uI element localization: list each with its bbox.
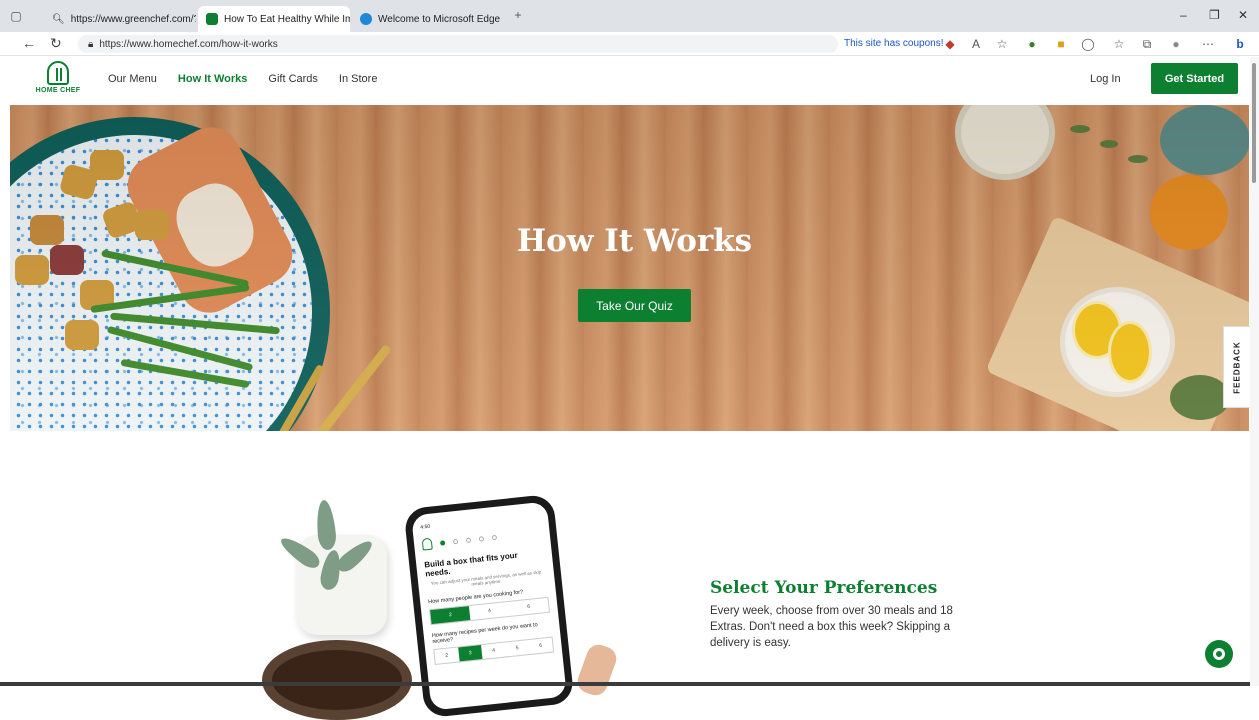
plate-inner xyxy=(10,135,312,431)
cream-bowl-image xyxy=(955,105,1055,180)
url-text: https://www.homechef.com/how-it-works xyxy=(99,38,278,50)
restore-icon[interactable]: ❐ xyxy=(1209,8,1220,22)
tab-edge-welcome[interactable]: Welcome to Microsoft Edge × xyxy=(352,6,502,32)
profile-avatar-icon[interactable]: ● xyxy=(1168,36,1184,52)
nav-how-it-works[interactable]: How It Works xyxy=(178,73,247,85)
collections-icon[interactable]: ⧉ xyxy=(1139,36,1155,52)
potato-image xyxy=(90,150,124,180)
recipes-option: 6 xyxy=(538,642,543,649)
nav-our-menu[interactable]: Our Menu xyxy=(108,73,157,85)
back-icon[interactable]: ← xyxy=(22,35,36,51)
potato-image xyxy=(65,320,99,350)
plate-image xyxy=(10,117,330,431)
green-bean-image xyxy=(110,312,280,335)
homechef-favicon-icon xyxy=(206,13,218,25)
hero-banner: How It Works xyxy=(10,105,1249,431)
tab-greenchef[interactable]: 🔍︎ https://www.greenchef.com/?ut × xyxy=(44,6,196,32)
tab-label: Welcome to Microsoft Edge xyxy=(378,13,501,25)
recipes-option: 2 xyxy=(445,652,449,659)
scrollbar-thumb[interactable] xyxy=(1252,63,1256,183)
step-dot xyxy=(439,539,446,546)
edge-favicon-icon xyxy=(360,13,372,25)
chat-button[interactable] xyxy=(1205,640,1233,668)
recipes-option: 3 xyxy=(457,645,483,662)
extension-icon[interactable]: ■ xyxy=(1053,36,1069,52)
more-menu-icon[interactable]: ⋯ xyxy=(1200,36,1216,52)
preferences-body: Every week, choose from over 30 meals an… xyxy=(710,605,953,649)
phone-screen: 4:50 Build a box that fits your needs. Y… xyxy=(411,501,567,711)
get-started-button[interactable]: Get Started xyxy=(1151,63,1238,94)
tab-label: How To Eat Healthy While Impro xyxy=(224,13,350,25)
green-bean-image xyxy=(120,358,250,389)
recipes-option: 4 xyxy=(491,647,496,654)
favorite-add-icon[interactable]: ☆ xyxy=(994,36,1010,52)
favorites-icon[interactable]: ☆ xyxy=(1111,36,1127,52)
login-link[interactable]: Log In xyxy=(1090,73,1121,85)
potato-image xyxy=(58,163,100,201)
feedback-tab[interactable]: FEEDBACK xyxy=(1223,326,1250,408)
fork-image xyxy=(273,364,325,431)
tab-label: https://www.greenchef.com/?ut xyxy=(70,13,196,25)
hero-title: How It Works xyxy=(516,223,753,259)
minimize-icon[interactable]: – xyxy=(1180,8,1187,22)
bing-chat-icon[interactable]: b xyxy=(1232,36,1248,52)
salmon-image xyxy=(117,116,303,324)
nav-in-store[interactable]: In Store xyxy=(339,73,378,85)
potato-image xyxy=(80,280,114,310)
home-chef-logo-icon xyxy=(47,61,69,85)
step-dot xyxy=(465,537,472,543)
step-dot xyxy=(452,538,459,544)
browser-tab-bar: ▢ 🔍︎ https://www.greenchef.com/?ut × How… xyxy=(0,0,1259,32)
home-chef-logo[interactable]: HOME CHEF xyxy=(30,61,86,94)
nav-gift-cards[interactable]: Gift Cards xyxy=(268,73,318,85)
address-bar[interactable]: 🔒︎ https://www.homechef.com/how-it-works xyxy=(78,35,838,53)
leaf-image xyxy=(1070,125,1090,133)
page-scrollbar[interactable] xyxy=(1250,57,1259,686)
search-icon: 🔍︎ xyxy=(52,13,65,25)
lemon-image xyxy=(1072,301,1122,359)
coupons-icon[interactable]: ◆ xyxy=(942,36,958,52)
browser-toolbar: ← ↻ 🔒︎ https://www.homechef.com/how-it-w… xyxy=(0,32,1259,56)
lock-icon: 🔒︎ xyxy=(88,38,94,50)
preferences-title: Select Your Preferences xyxy=(710,578,938,598)
herb-image xyxy=(1170,375,1230,420)
site-header: HOME CHEF Our Menu How It Works Gift Car… xyxy=(0,57,1259,105)
flower-image xyxy=(1190,115,1240,165)
phone-progress-steps xyxy=(421,526,543,551)
recipes-option: 5 xyxy=(515,645,519,652)
step-dot xyxy=(491,534,498,540)
people-option: 6 xyxy=(526,603,531,610)
new-tab-icon[interactable]: + xyxy=(510,7,526,23)
logo-text: HOME CHEF xyxy=(35,87,81,94)
coffee-cup-image xyxy=(262,640,412,720)
main-nav: Our Menu How It Works Gift Cards In Stor… xyxy=(108,73,377,85)
step-dot xyxy=(478,535,485,542)
read-aloud-icon[interactable]: A xyxy=(968,36,984,52)
leaf-image xyxy=(1100,140,1118,148)
tab-actions-icon[interactable]: ▢ xyxy=(8,8,24,24)
people-option: 4 xyxy=(487,607,492,615)
browser-essentials-icon[interactable]: ◯ xyxy=(1080,36,1096,52)
feedback-label: FEEDBACK xyxy=(1232,340,1242,394)
tab-homechef[interactable]: How To Eat Healthy While Impro × xyxy=(198,6,350,32)
green-bean-image xyxy=(106,325,254,372)
potato-image xyxy=(15,255,49,285)
extension-icon[interactable]: ● xyxy=(1024,36,1040,52)
taskbar-edge xyxy=(0,682,1250,686)
refresh-icon[interactable]: ↻ xyxy=(50,35,62,52)
window-close-icon[interactable]: ✕ xyxy=(1238,8,1248,22)
phone-illustration: 4:50 Build a box that fits your needs. Y… xyxy=(262,493,622,720)
vase-image xyxy=(1160,105,1249,175)
hand-image xyxy=(574,641,620,699)
take-quiz-button[interactable]: Take Our Quiz xyxy=(578,289,691,322)
home-chef-logo-icon xyxy=(421,537,433,551)
green-bean-image xyxy=(90,283,250,314)
chat-icon xyxy=(1213,648,1225,660)
lemon-image xyxy=(1108,321,1152,383)
coupons-notice[interactable]: This site has coupons! xyxy=(844,38,944,49)
lemon-bowl-image xyxy=(1060,287,1175,397)
knife-image xyxy=(317,343,392,431)
leaf-image xyxy=(1128,155,1148,163)
people-option: 2 xyxy=(430,606,471,625)
